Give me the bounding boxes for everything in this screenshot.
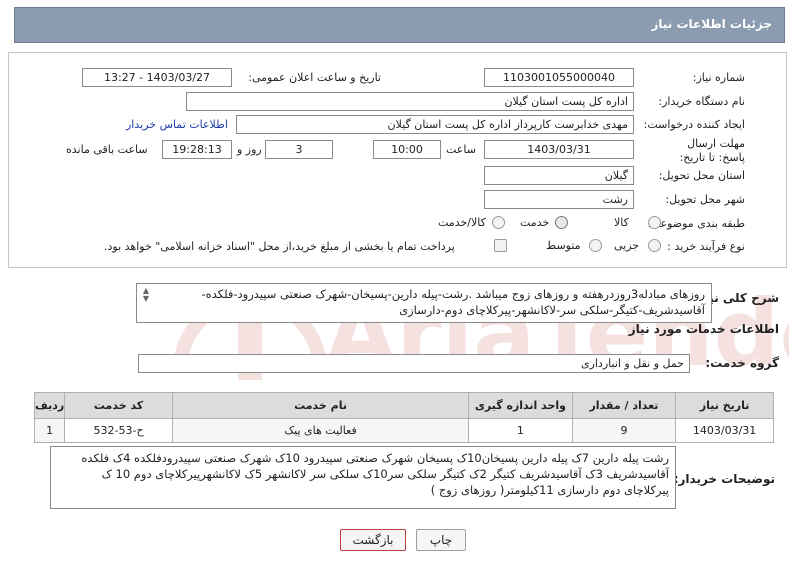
table-row[interactable]: 1403/03/31 9 1 فعالیت های پیک ح-53-532 1: [33, 418, 774, 443]
deadline-label: مهلت ارسال پاسخ: تا تاریخ:: [679, 137, 745, 164]
page-title: جزئیات اطلاعات نیاز: [651, 17, 772, 31]
category-label: طبقه بندی موضوعی:: [647, 217, 745, 230]
province-field[interactable]: گیلان: [484, 166, 634, 185]
requester-label: ایجاد کننده درخواست:: [643, 118, 745, 131]
buyer-org-field[interactable]: اداره کل پست استان گیلان: [186, 92, 634, 111]
category-option-goods: کالا: [614, 216, 629, 229]
category-radio-service[interactable]: [555, 216, 568, 229]
buyer-notes-box[interactable]: رشت پیله دارین 7ک پیله دارین پسیخان10ک پ…: [50, 446, 676, 509]
treasury-payment-checkbox[interactable]: [494, 239, 507, 252]
requester-field[interactable]: مهدی خدابرست کارپرداز اداره کل پست استان…: [236, 115, 634, 134]
process-label: نوع فرآیند خرید :: [667, 240, 745, 253]
cell-service-name: فعالیت های پیک: [171, 418, 470, 443]
services-section-title: اطلاعات خدمات مورد نیاز: [628, 322, 779, 336]
category-radio-goods-service[interactable]: [492, 216, 505, 229]
days-label: روز و: [237, 143, 262, 156]
process-option-minor: جزیی: [614, 239, 640, 252]
remaining-time-field[interactable]: 19:28:13: [162, 140, 232, 159]
category-option-service: خدمت: [520, 216, 550, 229]
cell-need-date: 1403/03/31: [675, 418, 774, 443]
col-service-name: نام خدمت: [171, 392, 470, 419]
title-bar: جزئیات اطلاعات نیاز: [14, 7, 785, 43]
buyer-org-label: نام دستگاه خریدار:: [658, 95, 745, 108]
summary-text: روزهای مبادله3روزدرهفته و روزهای زوج میب…: [201, 287, 705, 317]
service-group-field[interactable]: حمل و نقل و انبارداری: [138, 354, 690, 373]
buyer-notes-label: توضیحات خریدار:: [673, 472, 775, 486]
need-number-field[interactable]: 1103001055000040: [484, 68, 634, 87]
col-unit: واحد اندازه گیری: [468, 392, 573, 419]
cell-row: 1: [33, 418, 66, 443]
col-service-code: کد خدمت: [64, 392, 173, 419]
deadline-time-field[interactable]: 10:00: [373, 140, 441, 159]
announce-datetime-field[interactable]: 1403/03/27 - 13:27: [82, 68, 232, 87]
need-number-label: شماره نیاز:: [692, 71, 745, 84]
remaining-time-label: ساعت باقی مانده: [66, 143, 148, 156]
province-label: استان محل تحویل:: [658, 169, 745, 182]
category-option-goods-service: کالا/خدمت: [438, 216, 486, 229]
process-radio-medium[interactable]: [589, 239, 602, 252]
city-field[interactable]: رشت: [484, 190, 634, 209]
scroll-arrows-icon[interactable]: ▲ ▼: [141, 287, 151, 305]
col-need-date: تاریخ نیاز: [675, 392, 774, 419]
cell-unit: 1: [468, 418, 573, 443]
process-radio-minor[interactable]: [648, 239, 661, 252]
city-label: شهر محل تحویل:: [665, 193, 745, 206]
payment-note: پرداخت تمام یا بخشی از مبلغ خرید،از محل …: [104, 240, 455, 253]
back-button[interactable]: بازگشت: [340, 529, 406, 551]
process-option-medium: متوسط: [546, 239, 581, 252]
cell-quantity: 9: [571, 418, 677, 443]
buyer-contact-link[interactable]: اطلاعات تماس خریدار: [126, 118, 228, 131]
service-group-label: گروه خدمت:: [705, 356, 779, 370]
print-button[interactable]: چاپ: [416, 529, 466, 551]
days-remaining-field[interactable]: 3: [265, 140, 333, 159]
deadline-date-field[interactable]: 1403/03/31: [484, 140, 634, 159]
announce-datetime-label: تاریخ و ساعت اعلان عمومی:: [248, 71, 381, 84]
col-row: ردیف: [33, 392, 66, 419]
cell-service-code: ح-53-532: [64, 418, 173, 443]
services-table: تاریخ نیاز تعداد / مقدار واحد اندازه گیر…: [33, 392, 774, 443]
table-header-row: تاریخ نیاز تعداد / مقدار واحد اندازه گیر…: [33, 392, 774, 419]
category-radio-goods[interactable]: [648, 216, 661, 229]
col-quantity: تعداد / مقدار: [571, 392, 677, 419]
deadline-time-label: ساعت: [446, 143, 476, 156]
summary-textarea[interactable]: ▲ ▼ روزهای مبادله3روزدرهفته و روزهای زوج …: [136, 283, 712, 323]
